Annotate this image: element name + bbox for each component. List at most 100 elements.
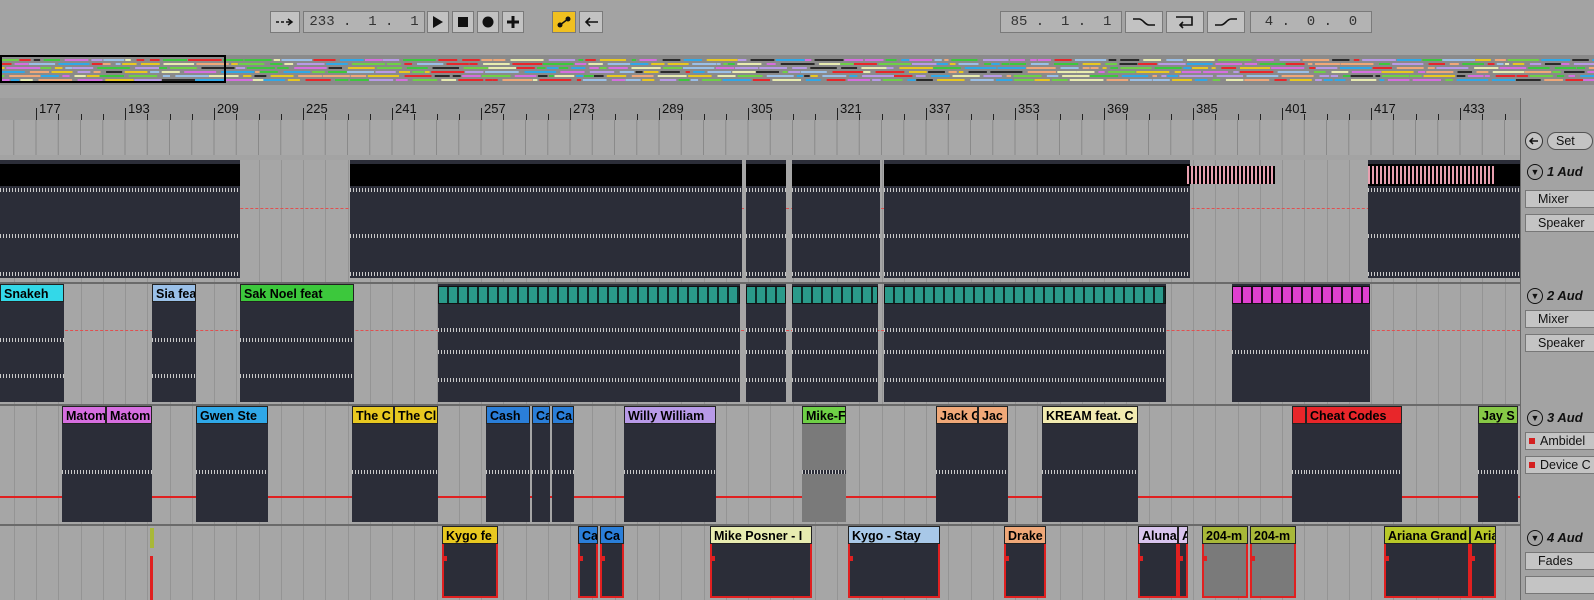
track-4-lane[interactable]: Kygo fe Ca Ca Mike Posner - I Kygo - Stay Dra… — [0, 526, 1520, 600]
loop-switch[interactable] — [1166, 11, 1204, 33]
clip-title[interactable]: Cheat Codes — [1306, 406, 1402, 424]
clip-title[interactable]: Mike Posner - I — [710, 526, 812, 544]
audio-clip[interactable]: Aria — [1470, 526, 1496, 598]
track-2-input-type[interactable]: Mixer — [1525, 310, 1594, 328]
arrangement-position-field[interactable]: 233 . 1 . 1 — [303, 11, 425, 33]
clip-title[interactable] — [884, 164, 1190, 186]
clip-title[interactable]: Willy William — [624, 406, 716, 424]
track-1-header[interactable]: ▼ 1 Aud Mixer Speaker — [1521, 160, 1594, 282]
clip-title[interactable]: Jack G — [936, 406, 978, 424]
fold-toggle-icon[interactable]: ▼ — [1527, 530, 1543, 546]
clip-title[interactable]: Ariana Grand — [1384, 526, 1470, 544]
clip-title[interactable]: The Cl — [394, 406, 438, 424]
audio-clip[interactable]: Ariana Grand — [1384, 526, 1470, 598]
fade-handle[interactable] — [578, 556, 583, 561]
track-1-input-type[interactable]: Mixer — [1525, 190, 1594, 208]
clip-title[interactable]: Ca — [552, 406, 574, 424]
track-2-lane[interactable]: Snakeh Sia fea Sak Noel feat — [0, 284, 1520, 406]
play-button[interactable] — [427, 11, 449, 33]
fold-toggle-icon[interactable]: ▼ — [1527, 288, 1543, 304]
clip-title[interactable]: Cash — [486, 406, 530, 424]
clip-title[interactable]: Ca — [532, 406, 550, 424]
clip-title[interactable]: Matom — [62, 406, 106, 424]
track-4-automation-param[interactable] — [1525, 576, 1594, 594]
audio-clip[interactable]: A — [1178, 526, 1188, 598]
clip-title[interactable]: Sia fea — [152, 284, 196, 302]
audio-clip[interactable]: Kygo fe — [442, 526, 498, 598]
clip-title[interactable]: Jac — [978, 406, 1008, 424]
audio-clip[interactable] — [0, 160, 240, 278]
clip-title[interactable]: A — [1178, 526, 1188, 544]
audio-clip[interactable]: Gwen Ste — [196, 406, 268, 522]
clip-title[interactable]: Aria — [1470, 526, 1496, 544]
audio-clip[interactable]: Snakeh — [0, 284, 64, 402]
audio-clip[interactable]: Matom — [106, 406, 152, 522]
audio-clip[interactable]: Sak Noel feat — [240, 284, 354, 402]
audio-clip[interactable] — [438, 284, 740, 402]
clip-title[interactable] — [1232, 286, 1370, 304]
audio-clip[interactable]: Kygo - Stay — [848, 526, 940, 598]
loop-length-field[interactable]: 4 . 0 . 0 — [1250, 11, 1372, 33]
clip-title[interactable]: 204-m — [1202, 526, 1248, 544]
audio-clip[interactable]: Cheat Codes — [1306, 406, 1402, 522]
back-to-arrangement-button[interactable] — [579, 11, 603, 33]
fade-handle[interactable] — [442, 556, 447, 561]
audio-clip[interactable] — [746, 284, 786, 402]
audio-clip[interactable]: Cash — [486, 406, 530, 522]
audio-clip[interactable]: Willy William — [624, 406, 716, 522]
clip-title[interactable]: The C — [352, 406, 394, 424]
loop-start-field[interactable]: 85 . 1 . 1 — [1000, 11, 1122, 33]
track-4-automation-mode[interactable]: Fades — [1525, 552, 1594, 570]
clip-title[interactable] — [438, 286, 740, 304]
clip-title[interactable] — [0, 164, 240, 186]
audio-clip[interactable] — [792, 160, 880, 278]
fade-handle[interactable] — [848, 556, 853, 561]
track-3-header[interactable]: ▼ 3 Aud Ambidel Device C — [1521, 406, 1594, 524]
clip-title[interactable]: Sak Noel feat — [240, 284, 354, 302]
audio-clip[interactable]: 204-m — [1202, 526, 1248, 598]
clip-title[interactable] — [792, 286, 878, 304]
audio-clip[interactable] — [350, 160, 742, 278]
track-2-header[interactable]: ▼ 2 Aud Mixer Speaker — [1521, 284, 1594, 404]
audio-clip[interactable] — [150, 528, 154, 548]
audio-clip[interactable]: KREAM feat. C — [1042, 406, 1138, 522]
punch-out-button[interactable] — [1207, 11, 1245, 33]
clip-title[interactable]: Gwen Ste — [196, 406, 268, 424]
audio-clip[interactable] — [884, 284, 1166, 402]
track-2-name[interactable]: 2 Aud — [1547, 288, 1583, 303]
stop-button[interactable] — [452, 11, 474, 33]
automation-arm-button[interactable] — [552, 11, 576, 33]
fold-toggle-icon[interactable]: ▼ — [1527, 410, 1543, 426]
audio-clip[interactable]: Ca — [552, 406, 574, 522]
punch-in-button[interactable] — [1125, 11, 1163, 33]
clip-title[interactable]: Ca — [578, 526, 598, 544]
clip-title[interactable]: Snakeh — [0, 284, 64, 302]
audio-clip[interactable] — [746, 160, 786, 278]
audio-clip[interactable]: The C — [352, 406, 394, 522]
fade-handle[interactable] — [1470, 556, 1475, 561]
record-button[interactable] — [477, 11, 499, 33]
clip-title[interactable] — [1292, 406, 1306, 424]
clip-title[interactable]: Kygo fe — [442, 526, 498, 544]
audio-clip[interactable]: 204-m — [1250, 526, 1296, 598]
audio-clip[interactable]: Jack G — [936, 406, 978, 522]
audio-clip[interactable]: Mike-F — [802, 406, 846, 522]
follow-button[interactable] — [270, 11, 300, 33]
fade-handle[interactable] — [1004, 556, 1009, 561]
track-3-automation-device[interactable]: Ambidel — [1525, 432, 1594, 450]
audio-clip[interactable]: Ca — [578, 526, 598, 598]
clip-title[interactable]: KREAM feat. C — [1042, 406, 1138, 424]
clip-title[interactable]: Mike-F — [802, 406, 846, 424]
prev-locator-button[interactable] — [1525, 132, 1543, 150]
audio-clip[interactable]: Matom — [62, 406, 106, 522]
clip-title[interactable]: Drake — [1004, 526, 1046, 544]
audio-clip[interactable]: Ca — [532, 406, 550, 522]
audio-clip[interactable]: Drake — [1004, 526, 1046, 598]
audio-clip[interactable]: Aluna — [1138, 526, 1178, 598]
fade-handle[interactable] — [1178, 556, 1183, 561]
audio-clip[interactable]: Jac — [978, 406, 1008, 522]
clip-title[interactable]: Kygo - Stay — [848, 526, 940, 544]
clip-title[interactable] — [350, 164, 742, 186]
audio-clip[interactable]: Sia fea — [152, 284, 196, 402]
fade-handle[interactable] — [1384, 556, 1389, 561]
